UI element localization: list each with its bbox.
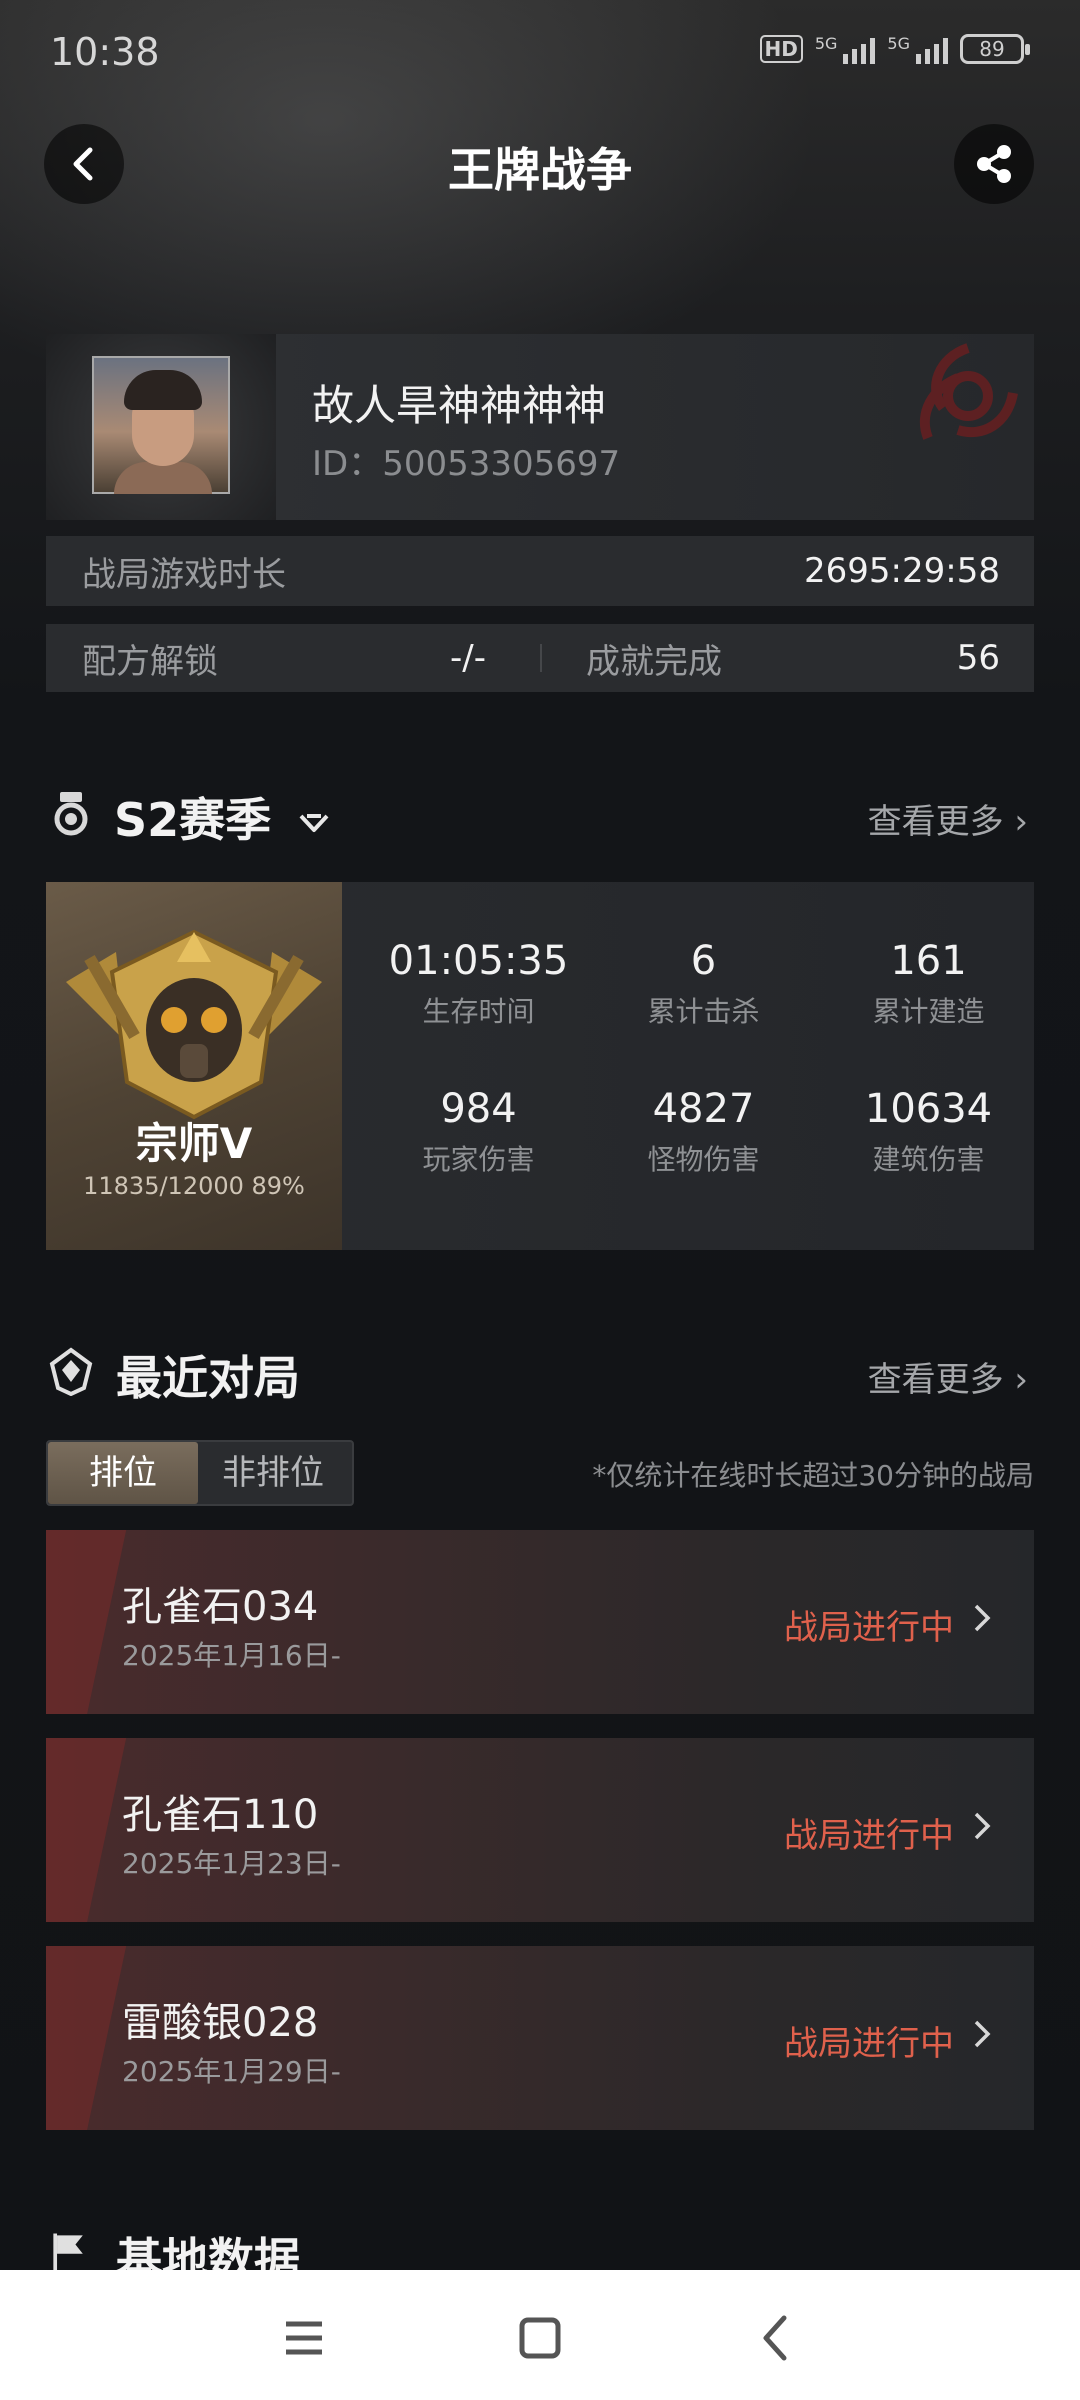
page-title: 王牌战争 bbox=[448, 143, 632, 197]
rank-progress: 11835/12000 89% bbox=[83, 1172, 305, 1200]
match-item[interactable]: 孔雀石110 2025年1月23日- 战局进行中 bbox=[46, 1738, 1034, 1922]
stat-label: 建筑伤害 bbox=[872, 1143, 985, 1176]
status-icons: HD 5G 5G 89 bbox=[759, 34, 1030, 64]
stat-survival-time: 01:05:35 生存时间 bbox=[366, 938, 591, 1030]
player-id: ID：50053305697 bbox=[312, 444, 621, 484]
base-data-title: 基地数据 bbox=[116, 2233, 300, 2270]
match-type-tabs: 排位 非排位 bbox=[46, 1440, 354, 1506]
season-more-link[interactable]: 查看更多 › bbox=[868, 794, 1028, 843]
recent-title: 最近对局 bbox=[116, 1351, 300, 1405]
match-date: 2025年1月16日- bbox=[122, 1639, 341, 1672]
stat-value: 6 bbox=[690, 938, 717, 984]
tab-ranked[interactable]: 排位 bbox=[48, 1442, 198, 1504]
flag-icon bbox=[53, 2233, 83, 2270]
crest-icon bbox=[49, 1347, 93, 1396]
decoration-stripe bbox=[46, 1738, 129, 1922]
match-item[interactable]: 孔雀石034 2025年1月16日- 战局进行中 bbox=[46, 1530, 1034, 1714]
match-status: 战局进行中 bbox=[784, 1816, 954, 1856]
status-time: 10:38 bbox=[50, 30, 160, 74]
player-name: 故人旱神神神神 bbox=[312, 381, 607, 430]
achievement-value: 56 bbox=[956, 638, 1000, 678]
system-nav-bar bbox=[0, 2270, 1080, 2400]
stat-builds: 161 累计建造 bbox=[816, 938, 1041, 1030]
stat-value: 984 bbox=[440, 1086, 517, 1132]
signal-icon: 5G bbox=[815, 34, 876, 64]
back-nav-icon[interactable] bbox=[748, 2310, 804, 2366]
medal-icon bbox=[54, 792, 88, 836]
tab-unranked[interactable]: 非排位 bbox=[198, 1442, 348, 1504]
biohazard-icon bbox=[919, 343, 1018, 440]
stat-value: 10634 bbox=[864, 1086, 993, 1132]
battery-icon: 89 bbox=[960, 34, 1030, 64]
stat-value: 161 bbox=[890, 938, 967, 984]
season-title-text: S2赛季 bbox=[114, 793, 272, 847]
match-status: 战局进行中 bbox=[784, 1608, 954, 1648]
rank-name: 宗师V bbox=[135, 1119, 253, 1168]
network-type-label: 5G bbox=[814, 34, 838, 53]
stat-kills: 6 累计击杀 bbox=[591, 938, 816, 1030]
match-date: 2025年1月29日- bbox=[122, 2055, 341, 2088]
unlock-row: 配方解锁 -/- 成就完成 56 bbox=[46, 624, 1034, 692]
decoration-stripe bbox=[46, 1530, 129, 1714]
stat-label: 累计击杀 bbox=[647, 995, 760, 1028]
chevron-right-icon bbox=[974, 2020, 991, 2048]
avatar[interactable] bbox=[92, 356, 230, 494]
recent-note: *仅统计在线时长超过30分钟的战局 bbox=[592, 1459, 1034, 1492]
signal-icon-2: 5G bbox=[887, 34, 948, 64]
avatar-frame bbox=[46, 334, 276, 520]
recipe-unlock-value: -/- bbox=[450, 638, 486, 678]
chevron-right-icon: › bbox=[1014, 1360, 1028, 1400]
profile-card: 故人旱神神神神 ID：50053305697 bbox=[46, 334, 1034, 520]
divider bbox=[540, 644, 542, 672]
recipe-unlock-label: 配方解锁 bbox=[82, 641, 218, 682]
hd-icon: HD bbox=[759, 35, 803, 63]
home-icon[interactable] bbox=[512, 2310, 568, 2366]
dropdown-icon bbox=[299, 814, 329, 832]
stat-label: 生存时间 bbox=[422, 995, 535, 1028]
season-header: S2赛季 查看更多 › bbox=[46, 778, 1034, 848]
stat-value: 4827 bbox=[652, 1086, 755, 1132]
recent-more-label: 查看更多 bbox=[867, 1360, 1004, 1400]
stat-building-damage: 10634 建筑伤害 bbox=[816, 1086, 1041, 1178]
match-name: 雷酸银028 bbox=[122, 2000, 319, 2046]
stat-player-damage: 984 玩家伤害 bbox=[366, 1086, 591, 1178]
match-name: 孔雀石110 bbox=[122, 1792, 319, 1838]
stat-label: 玩家伤害 bbox=[422, 1143, 535, 1176]
stat-value: 01:05:35 bbox=[388, 938, 569, 984]
share-icon bbox=[977, 145, 1011, 183]
match-date: 2025年1月23日- bbox=[122, 1847, 341, 1880]
network-type-label-2: 5G bbox=[887, 34, 910, 53]
decoration-stripe bbox=[46, 1946, 129, 2130]
season-card[interactable]: 宗师V 11835/12000 89% 01:05:35 生存时间 6 累计击杀… bbox=[46, 882, 1034, 1250]
match-status: 战局进行中 bbox=[784, 2024, 954, 2064]
play-time-row: 战局游戏时长 2695:29:58 bbox=[46, 536, 1034, 606]
chevron-right-icon bbox=[974, 1604, 991, 1632]
season-title[interactable]: S2赛季 bbox=[114, 784, 331, 850]
season-stats-grid: 01:05:35 生存时间 6 累计击杀 161 累计建造 984 玩家伤害 4… bbox=[366, 938, 1042, 1178]
achievement-label: 成就完成 bbox=[586, 641, 722, 682]
play-time-value: 2695:29:58 bbox=[804, 551, 1000, 591]
recent-header: 最近对局 查看更多 › bbox=[46, 1336, 1034, 1406]
rank-badge-panel: 宗师V 11835/12000 89% bbox=[46, 882, 342, 1250]
chevron-right-icon bbox=[974, 1812, 991, 1840]
recent-more-link[interactable]: 查看更多 › bbox=[868, 1352, 1028, 1401]
play-time-label: 战局游戏时长 bbox=[82, 554, 286, 595]
stat-label: 累计建造 bbox=[872, 995, 985, 1028]
match-name: 孔雀石034 bbox=[122, 1584, 319, 1630]
match-item[interactable]: 雷酸银028 2025年1月29日- 战局进行中 bbox=[46, 1946, 1034, 2130]
share-button[interactable] bbox=[954, 124, 1034, 204]
chevron-right-icon: › bbox=[1014, 802, 1028, 842]
stat-monster-damage: 4827 怪物伤害 bbox=[591, 1086, 816, 1178]
status-bar: 10:38 HD 5G 5G 89 bbox=[0, 0, 1080, 110]
menu-icon[interactable] bbox=[276, 2310, 332, 2366]
base-data-header: 基地数据 bbox=[46, 2220, 1034, 2270]
season-more-label: 查看更多 bbox=[867, 802, 1004, 842]
stat-label: 怪物伤害 bbox=[647, 1143, 760, 1176]
